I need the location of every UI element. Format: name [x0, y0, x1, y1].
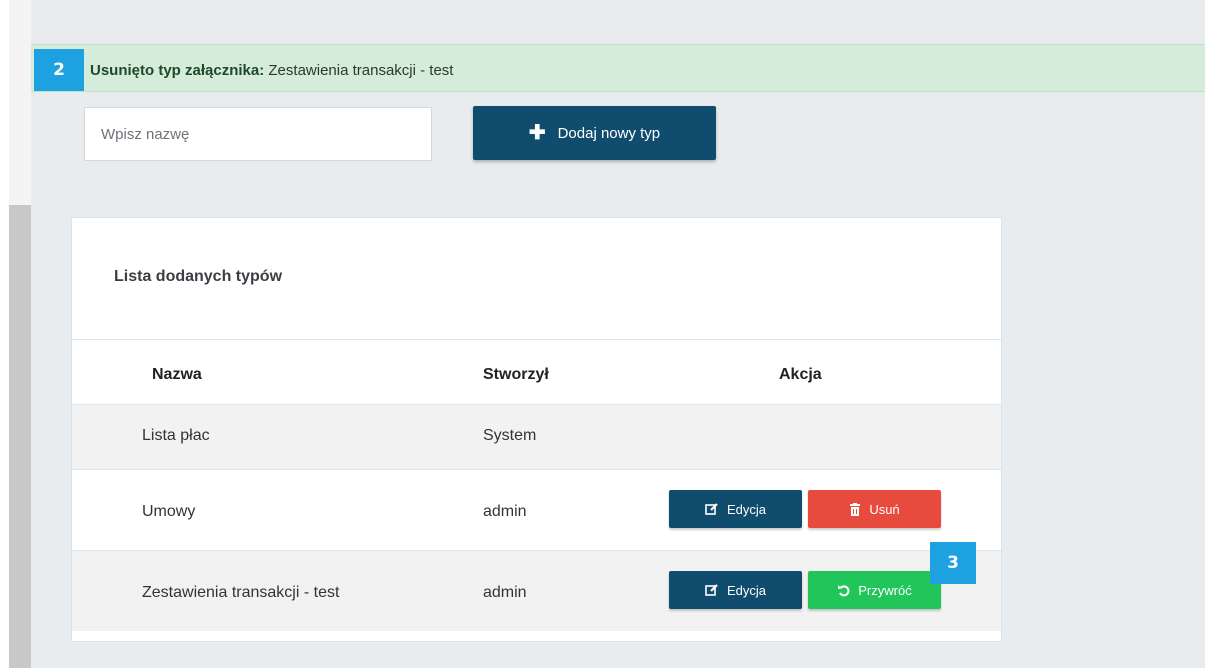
- plus-icon: ✚: [528, 122, 546, 144]
- column-header-action: Akcja: [779, 366, 822, 383]
- card-title: Lista dodanych typów: [114, 268, 283, 285]
- step-marker-3: 3: [930, 542, 976, 584]
- add-type-button[interactable]: ✚ Dodaj nowy typ: [473, 106, 716, 160]
- table-row: Umowy admin Edycja Usuń: [72, 470, 1001, 550]
- row-name: Zestawienia transakcji - test: [142, 584, 340, 601]
- left-scrollbar-thumb[interactable]: [9, 205, 31, 668]
- row-name: Umowy: [142, 503, 196, 520]
- row-creator: System: [483, 427, 537, 444]
- alert-message: Usunięto typ załącznika: Zestawienia tra…: [90, 62, 453, 79]
- column-header-name: Nazwa: [152, 366, 202, 383]
- row-name: Lista płac: [142, 427, 210, 444]
- delete-label: Usuń: [869, 501, 900, 517]
- type-name-input[interactable]: [84, 107, 432, 161]
- edit-button[interactable]: Edycja: [669, 571, 802, 609]
- add-type-label: Dodaj nowy typ: [557, 124, 661, 142]
- table-row: Zestawienia transakcji - test admin Edyc…: [72, 551, 1001, 631]
- undo-icon: [837, 584, 850, 597]
- restore-button[interactable]: Przywróć: [808, 571, 941, 609]
- edit-button[interactable]: Edycja: [669, 490, 802, 528]
- table-row: Lista płac System: [72, 405, 1001, 469]
- step-marker-2: 2: [34, 49, 84, 91]
- card-divider: [72, 339, 1001, 340]
- row-creator: admin: [483, 503, 527, 520]
- alert-label: Usunięto typ załącznika:: [90, 62, 265, 79]
- restore-label: Przywróć: [858, 582, 912, 598]
- delete-button[interactable]: Usuń: [808, 490, 941, 528]
- edit-icon: [705, 583, 719, 597]
- column-header-creator: Stworzył: [483, 366, 549, 383]
- edit-icon: [705, 502, 719, 516]
- edit-label: Edycja: [726, 582, 767, 598]
- row-creator: admin: [483, 584, 527, 601]
- edit-label: Edycja: [726, 501, 767, 517]
- trash-icon: [849, 502, 861, 516]
- alert-item: Zestawienia transakcji - test: [268, 62, 454, 79]
- types-list-card: Lista dodanych typów Nazwa Stworzył Akcj…: [71, 217, 1002, 642]
- left-edge: [0, 0, 9, 668]
